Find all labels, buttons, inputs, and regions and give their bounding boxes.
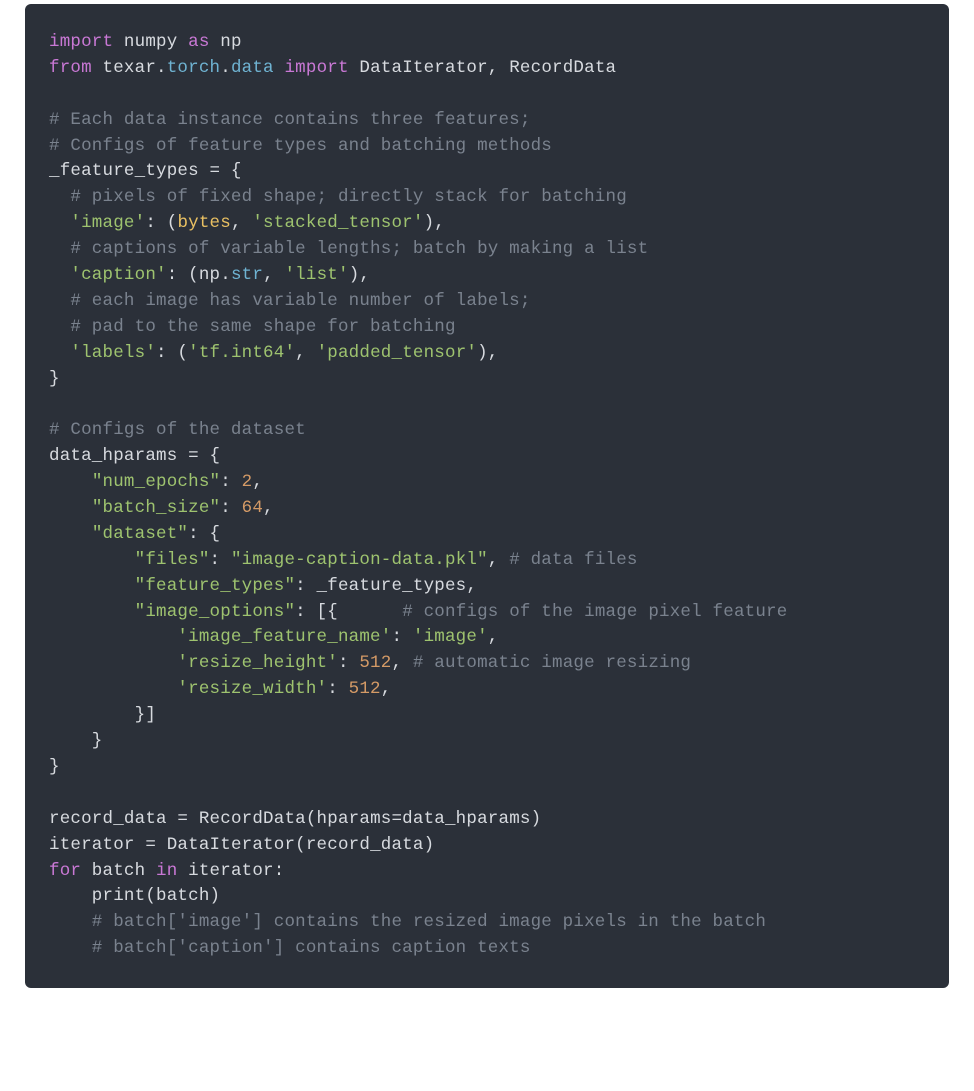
comment: # data files — [509, 550, 637, 570]
punct: = RecordData(hparams=data_hparams) — [167, 809, 542, 829]
module-texar: texar — [103, 58, 157, 78]
var-feature-types: _feature_types — [49, 161, 199, 181]
punct: : [{ — [295, 602, 402, 622]
string-val: 'image' — [413, 627, 488, 647]
punct: : — [210, 550, 231, 570]
punct: , — [252, 472, 263, 492]
keyword-in: in — [156, 861, 177, 881]
keyword-import: import — [284, 58, 348, 78]
punct: ), — [349, 265, 370, 285]
comment: # each image has variable number of labe… — [49, 291, 531, 311]
string-key: "feature_types" — [135, 576, 296, 596]
punct: , — [391, 653, 412, 673]
keyword-for: for — [49, 861, 81, 881]
string-key: "files" — [135, 550, 210, 570]
string-key: "batch_size" — [92, 498, 220, 518]
string-key: 'resize_height' — [177, 653, 338, 673]
comment: # configs of the image pixel feature — [402, 602, 787, 622]
punct: : — [220, 498, 241, 518]
attr-data: data — [231, 58, 274, 78]
punct: , — [295, 343, 316, 363]
punct: } — [49, 369, 60, 389]
ident-iterator: iterator: — [177, 861, 284, 881]
string-key: 'image' — [70, 213, 145, 233]
comment: # batch['image'] contains the resized im… — [49, 912, 766, 932]
keyword-from: from — [49, 58, 92, 78]
comment: # captions of variable lengths; batch by… — [49, 239, 648, 259]
punct: }] — [49, 705, 156, 725]
punct: ), — [477, 343, 498, 363]
punct: , — [231, 213, 252, 233]
comment: # pixels of fixed shape; directly stack … — [49, 187, 627, 207]
ident-batch: batch — [81, 861, 156, 881]
number: 512 — [359, 653, 391, 673]
code-block: import numpy as np from texar.torch.data… — [25, 4, 949, 988]
module-numpy: numpy — [124, 32, 178, 52]
punct: , — [263, 265, 284, 285]
string-val: 'list' — [284, 265, 348, 285]
punct: , — [263, 498, 274, 518]
keyword-as: as — [188, 32, 209, 52]
var-record-data: record_data — [49, 809, 167, 829]
attr-str: str — [231, 265, 263, 285]
comment: # automatic image resizing — [413, 653, 691, 673]
import-names: DataIterator, RecordData — [359, 58, 616, 78]
comment: # pad to the same shape for batching — [49, 317, 456, 337]
punct: , — [381, 679, 392, 699]
string-key: "image_options" — [135, 602, 296, 622]
punct: = { — [199, 161, 242, 181]
string-key: 'labels' — [70, 343, 156, 363]
string-key: 'image_feature_name' — [177, 627, 391, 647]
alias-np: np — [220, 32, 241, 52]
var-data-hparams: data_hparams — [49, 446, 177, 466]
punct: ), — [424, 213, 445, 233]
punct: , — [488, 550, 509, 570]
code-content: import numpy as np from texar.torch.data… — [49, 30, 925, 962]
string-val: 'padded_tensor' — [317, 343, 478, 363]
punct: : — [220, 472, 241, 492]
var-iterator: iterator — [49, 835, 135, 855]
punct: : ( — [156, 343, 188, 363]
punct: : (np. — [167, 265, 231, 285]
comment: # Each data instance contains three feat… — [49, 110, 531, 130]
number: 64 — [242, 498, 263, 518]
string-key: "dataset" — [92, 524, 188, 544]
punct: (batch) — [145, 886, 220, 906]
call-print: print — [49, 886, 145, 906]
builtin-bytes: bytes — [177, 213, 231, 233]
punct: : _feature_types, — [295, 576, 477, 596]
punct: : ( — [145, 213, 177, 233]
string-key: 'resize_width' — [177, 679, 327, 699]
string-val: 'stacked_tensor' — [252, 213, 423, 233]
number: 512 — [349, 679, 381, 699]
comment: # Configs of feature types and batching … — [49, 136, 552, 156]
punct: , — [488, 627, 499, 647]
number: 2 — [242, 472, 253, 492]
punct: = { — [177, 446, 220, 466]
string-val: "image-caption-data.pkl" — [231, 550, 488, 570]
keyword-import: import — [49, 32, 113, 52]
string-key: "num_epochs" — [92, 472, 220, 492]
punct: : — [391, 627, 412, 647]
comment: # batch['caption'] contains caption text… — [49, 938, 531, 958]
comment: # Configs of the dataset — [49, 420, 306, 440]
punct: } — [49, 731, 103, 751]
string-key: 'caption' — [70, 265, 166, 285]
punct: : — [338, 653, 359, 673]
punct: } — [49, 757, 60, 777]
punct: = DataIterator(record_data) — [135, 835, 435, 855]
punct: : { — [188, 524, 220, 544]
punct: : — [327, 679, 348, 699]
string-val: 'tf.int64' — [188, 343, 295, 363]
attr-torch: torch — [167, 58, 221, 78]
